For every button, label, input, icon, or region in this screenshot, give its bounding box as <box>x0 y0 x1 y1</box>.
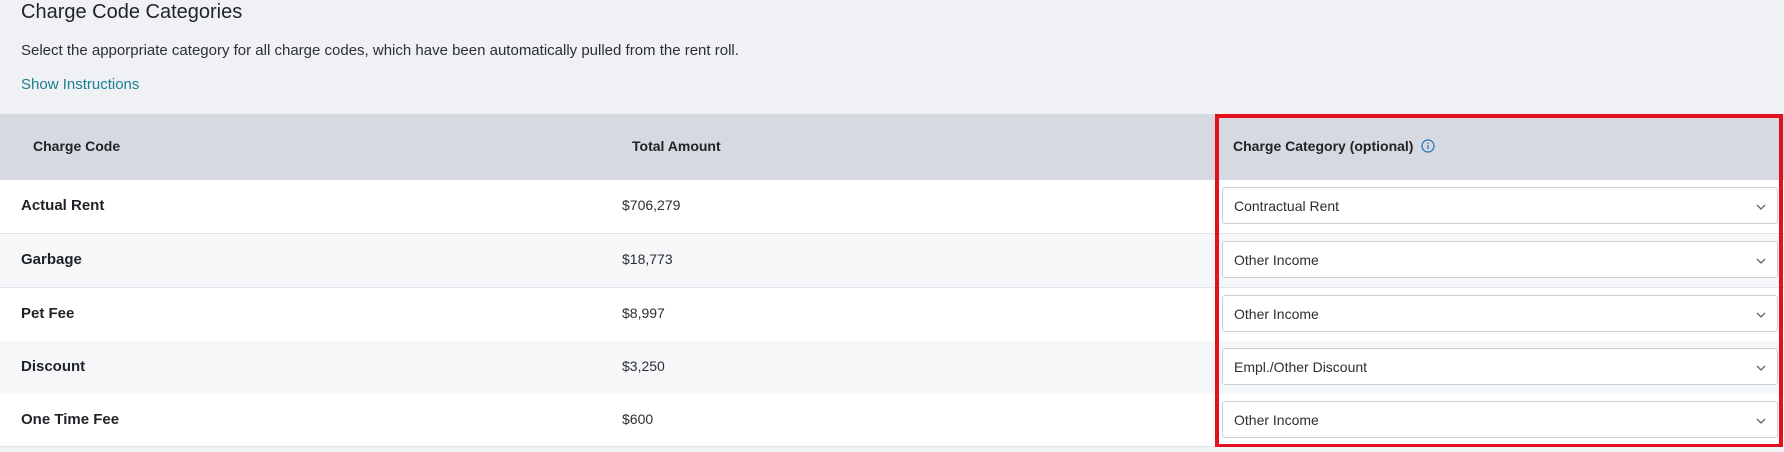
charge-code-cell: Discount <box>21 358 86 375</box>
page-title: Charge Code Categories <box>21 1 243 23</box>
table-row: Pet Fee $8,997 Other Income <box>0 288 1784 342</box>
charge-code-table: Charge Code Total Amount Charge Category… <box>0 114 1784 452</box>
charge-category-select[interactable]: Contractual Rent <box>1222 187 1778 224</box>
charge-code-cell: Actual Rent <box>21 197 105 214</box>
column-header-total-amount[interactable]: Total Amount <box>632 138 721 154</box>
table-row: Actual Rent $706,279 Contractual Rent <box>0 180 1784 234</box>
page: Charge Code Categories Select the apporp… <box>0 0 1784 452</box>
total-amount-cell: $600 <box>622 411 654 427</box>
page-bottom-edge <box>0 447 1784 452</box>
charge-category-value: Other Income <box>1234 252 1319 268</box>
section-header: Charge Code Categories Select the apporp… <box>0 0 1784 114</box>
section-description: Select the apporpriate category for all … <box>21 42 739 59</box>
column-header-charge-category-label: Charge Category (optional) <box>1233 138 1414 154</box>
total-amount-cell: $3,250 <box>622 358 665 374</box>
column-header-charge-code[interactable]: Charge Code <box>33 138 120 154</box>
table-header: Charge Code Total Amount Charge Category… <box>0 114 1784 180</box>
chevron-down-icon <box>1755 254 1767 272</box>
charge-code-cell: Pet Fee <box>21 305 75 322</box>
chevron-down-icon <box>1755 200 1767 218</box>
table-row: Discount $3,250 Empl./Other Discount <box>0 341 1784 395</box>
chevron-down-icon <box>1755 361 1767 379</box>
table-row: One Time Fee $600 Other Income <box>0 394 1784 447</box>
info-circle-icon[interactable] <box>1421 139 1435 156</box>
charge-category-value: Empl./Other Discount <box>1234 359 1368 375</box>
charge-category-value: Other Income <box>1234 412 1319 428</box>
chevron-down-icon <box>1755 414 1767 432</box>
chevron-down-icon <box>1755 308 1767 326</box>
charge-category-select[interactable]: Other Income <box>1222 295 1778 332</box>
column-header-charge-category: Charge Category (optional) <box>1233 138 1435 156</box>
charge-category-select[interactable]: Other Income <box>1222 401 1778 438</box>
charge-category-select[interactable]: Empl./Other Discount <box>1222 348 1778 385</box>
total-amount-cell: $18,773 <box>622 251 673 267</box>
show-instructions-link[interactable]: Show Instructions <box>21 76 139 93</box>
charge-category-value: Other Income <box>1234 306 1319 322</box>
total-amount-cell: $706,279 <box>622 197 681 213</box>
charge-code-cell: One Time Fee <box>21 411 120 428</box>
charge-category-select[interactable]: Other Income <box>1222 241 1778 278</box>
charge-code-cell: Garbage <box>21 251 82 268</box>
total-amount-cell: $8,997 <box>622 305 665 321</box>
charge-category-value: Contractual Rent <box>1234 198 1340 214</box>
table-row: Garbage $18,773 Other Income <box>0 234 1784 288</box>
